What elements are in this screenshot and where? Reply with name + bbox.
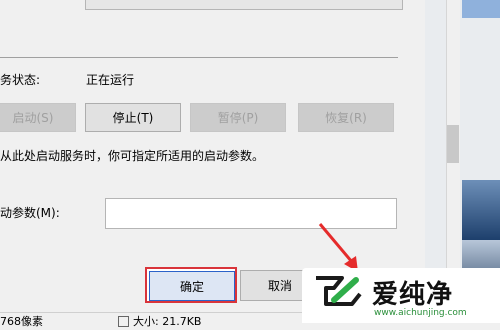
start-params-hint: 从此处启动服务时，你可指定所适用的启动参数。	[0, 149, 265, 163]
resume-button[interactable]: 恢复(R)	[298, 103, 394, 132]
file-size: 大小: 21.7KB	[133, 315, 202, 328]
watermark-url: www.aichunjing.com	[374, 308, 467, 318]
divider	[0, 57, 398, 58]
watermark-brand: 爱纯净	[372, 280, 454, 310]
image-thumbnail	[462, 180, 500, 240]
scrollbar-thumb[interactable]	[447, 125, 459, 163]
service-status-label: 务状态:	[0, 73, 41, 87]
start-params-label: 动参数(M):	[0, 206, 60, 220]
logo-icon	[316, 276, 362, 306]
image-dimensions: 768像素	[0, 315, 43, 328]
watermark-logo: 爱纯净 www.aichunjing.com	[302, 268, 500, 323]
description-box	[85, 0, 403, 10]
disk-icon	[118, 316, 129, 327]
service-status-value: 正在运行	[86, 73, 135, 87]
ok-button-label: 确定	[149, 271, 235, 301]
image-thumbnail	[462, 0, 500, 18]
stop-button[interactable]: 停止(T)	[85, 103, 181, 132]
start-button[interactable]: 启动(S)	[0, 103, 76, 132]
pause-button[interactable]: 暂停(P)	[190, 103, 286, 132]
ok-button[interactable]: 确定	[145, 267, 237, 303]
